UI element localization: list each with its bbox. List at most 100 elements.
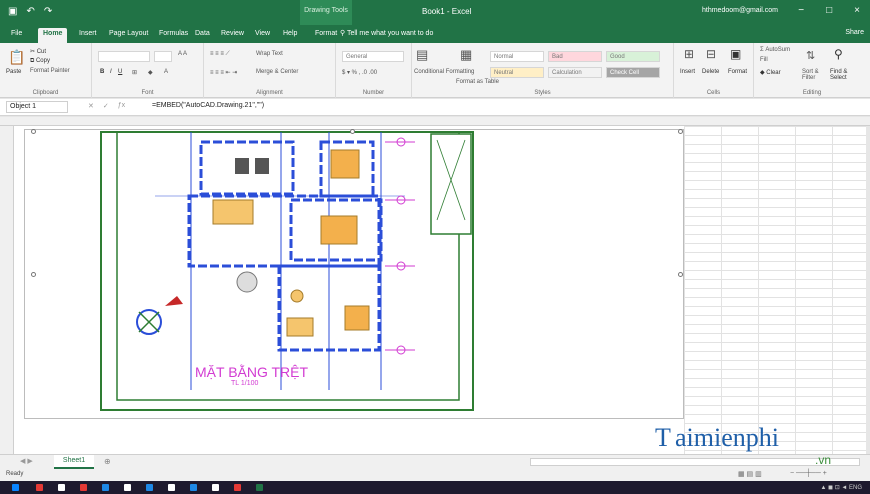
resize-handle-tl[interactable] <box>31 129 36 134</box>
borders-icon[interactable]: ⊞ <box>132 69 137 76</box>
format-painter-button[interactable]: Format Painter <box>30 68 70 74</box>
cells-label: Cells <box>706 90 721 96</box>
font-name-box[interactable] <box>98 51 150 62</box>
find-icon[interactable]: ⚲ <box>834 47 843 61</box>
tab-file[interactable]: File <box>6 28 27 43</box>
taskbar-app-icon-1[interactable] <box>36 484 43 491</box>
cell-grid[interactable] <box>684 126 866 454</box>
taskbar-app-icon-4[interactable] <box>102 484 109 491</box>
start-icon[interactable] <box>12 484 19 491</box>
resize-handle-top[interactable] <box>350 129 355 134</box>
resize-handle-right[interactable] <box>678 272 683 277</box>
format-as-table-button[interactable]: Format as Table <box>456 79 499 85</box>
wrap-text-button[interactable]: Wrap Text <box>256 51 283 57</box>
plan-title: MẶT BẰNG TRỆT <box>195 364 309 380</box>
format-button[interactable]: Format <box>728 69 747 75</box>
row-headers[interactable] <box>0 126 14 454</box>
close-icon[interactable]: × <box>854 5 860 16</box>
watermark-logo: T aimienphi .vn <box>655 423 855 473</box>
resize-handle-tr[interactable] <box>678 129 683 134</box>
resize-handle-left[interactable] <box>31 272 36 277</box>
taskbar-app-icon-7[interactable] <box>168 484 175 491</box>
redo-icon[interactable]: ↷ <box>44 6 52 17</box>
new-sheet-icon[interactable]: ⊕ <box>104 457 111 466</box>
formula-input[interactable]: =EMBED("AutoCAD.Drawing.21","") <box>152 102 264 109</box>
taskbar-app-icon-9[interactable] <box>212 484 219 491</box>
fx-icon[interactable]: ƒx <box>118 102 125 110</box>
font-grow-icon[interactable]: A A <box>178 51 187 57</box>
clear-button[interactable]: ◆ Clear <box>760 69 781 76</box>
column-headers[interactable] <box>0 117 870 126</box>
number-format-box[interactable]: General <box>342 51 404 62</box>
insert-button[interactable]: Insert <box>680 69 695 75</box>
taskbar-app-icon-10[interactable] <box>234 484 241 491</box>
share-button[interactable]: Share <box>845 29 864 36</box>
tab-view[interactable]: View <box>250 28 275 43</box>
minimize-icon[interactable]: − <box>798 5 804 16</box>
enter-icon[interactable]: ✓ <box>103 102 109 110</box>
tab-formulas[interactable]: Formulas <box>154 28 193 43</box>
paste-button[interactable]: Paste <box>6 69 21 75</box>
style-calculation[interactable]: Calculation <box>548 67 602 78</box>
format-as-table-icon[interactable]: ▦ <box>460 47 472 63</box>
system-tray[interactable]: ▲ ◼ ⊡ ◄ ENG <box>820 484 862 491</box>
tell-me-box[interactable]: ⚲ Tell me what you want to do <box>340 29 433 37</box>
tab-format[interactable]: Format <box>310 28 342 43</box>
save-icon[interactable]: ▣ <box>8 6 17 17</box>
style-normal[interactable]: Normal <box>490 51 544 62</box>
sheet-tab-sheet1[interactable]: Sheet1 <box>54 455 94 469</box>
cells-group: ⊞ ⊟ ▣ Insert Delete Format Cells <box>674 43 754 98</box>
bold-button[interactable]: B <box>100 69 104 75</box>
find-select-button[interactable]: Find & Select <box>830 69 860 81</box>
merge-center-button[interactable]: Merge & Center <box>256 69 298 75</box>
copy-button[interactable]: ⧉ Copy <box>30 58 50 65</box>
insert-cells-icon[interactable]: ⊞ <box>684 47 694 61</box>
document-title: Book1 - Excel <box>422 7 472 16</box>
taskbar-app-icon-2[interactable] <box>58 484 65 491</box>
cut-button[interactable]: ✂ Cut <box>30 48 46 55</box>
sort-filter-button[interactable]: Sort & Filter <box>802 69 824 81</box>
undo-icon[interactable]: ↶ <box>26 6 34 17</box>
floor-plan-drawing <box>100 131 474 411</box>
underline-button[interactable]: U <box>118 69 122 75</box>
tab-page-layout[interactable]: Page Layout <box>104 28 153 43</box>
conditional-formatting-icon[interactable]: ▤ <box>416 47 428 63</box>
sort-filter-icon[interactable]: ⇅ <box>806 49 815 62</box>
taskbar-excel-icon[interactable] <box>256 484 263 491</box>
style-neutral[interactable]: Neutral <box>490 67 544 78</box>
style-check-cell[interactable]: Check Cell <box>606 67 660 78</box>
tab-help[interactable]: Help <box>278 28 302 43</box>
italic-button[interactable]: I <box>110 69 112 75</box>
align-left-icons[interactable]: ≡ ≡ ≡ ⇤ ⇥ <box>210 69 237 76</box>
paste-icon[interactable]: 📋 <box>8 49 25 66</box>
autosum-button[interactable]: Σ AutoSum <box>760 47 790 53</box>
conditional-formatting-button[interactable]: Conditional Formatting <box>414 69 474 75</box>
taskbar-app-icon-5[interactable] <box>124 484 131 491</box>
format-cells-icon[interactable]: ▣ <box>730 47 741 61</box>
taskbar-app-icon-3[interactable] <box>80 484 87 491</box>
embedded-autocad-object[interactable]: MẶT BẰNG TRỆT TL 1/100 <box>24 129 684 419</box>
tab-data[interactable]: Data <box>190 28 215 43</box>
fill-button[interactable]: Fill <box>760 57 768 63</box>
cancel-icon[interactable]: ✕ <box>88 102 94 110</box>
delete-cells-icon[interactable]: ⊟ <box>706 47 716 61</box>
quick-access-toolbar: ▣ ↶ ↷ <box>8 6 52 17</box>
worksheet-grid[interactable]: MẶT BẰNG TRỆT TL 1/100 <box>14 126 866 454</box>
sheet-nav-icons[interactable]: ◀ ▶ <box>20 457 33 465</box>
align-top-icons[interactable]: ≡ ≡ ≡ ⟋ <box>210 51 230 58</box>
taskbar-app-icon-8[interactable] <box>190 484 197 491</box>
font-color-icon[interactable]: A <box>164 69 168 75</box>
tab-insert[interactable]: Insert <box>74 28 102 43</box>
style-bad[interactable]: Bad <box>548 51 602 62</box>
fill-color-icon[interactable]: ◆ <box>148 69 153 76</box>
delete-button[interactable]: Delete <box>702 69 719 75</box>
name-box[interactable]: Object 1 <box>6 101 68 113</box>
tab-home[interactable]: Home <box>38 28 68 43</box>
tab-review[interactable]: Review <box>216 28 249 43</box>
style-good[interactable]: Good <box>606 51 660 62</box>
taskbar-app-icon-6[interactable] <box>146 484 153 491</box>
maximize-icon[interactable]: □ <box>826 5 832 16</box>
number-format-icons[interactable]: $ ▾ % , .0 .00 <box>342 69 377 76</box>
account-email[interactable]: hthmedoom@gmail.com <box>702 7 778 14</box>
font-size-box[interactable] <box>154 51 172 62</box>
